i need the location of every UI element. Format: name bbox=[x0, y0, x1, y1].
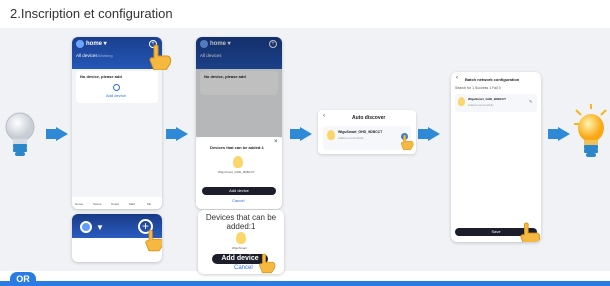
back-icon[interactable]: ‹ bbox=[456, 75, 458, 81]
bulb-on-icon bbox=[572, 104, 610, 164]
hand-pointer-icon bbox=[519, 222, 541, 242]
arrow-right-icon bbox=[46, 127, 68, 146]
nav-smart[interactable]: Smart bbox=[111, 202, 119, 206]
bulb-device-icon bbox=[327, 130, 335, 140]
edit-icon[interactable]: ✎ bbox=[529, 99, 532, 104]
no-device-text: No device, please add bbox=[80, 74, 122, 79]
nav-me[interactable]: Me bbox=[147, 202, 151, 206]
zoom-home-header: ▼ + bbox=[72, 214, 162, 262]
divider-bar bbox=[0, 281, 610, 286]
empty-device-card: No device, please add Add device bbox=[76, 71, 158, 103]
avatar[interactable] bbox=[80, 221, 92, 233]
nav-scene[interactable]: Scene bbox=[93, 202, 102, 206]
arrow-right-icon bbox=[290, 127, 312, 146]
arrow-right-icon bbox=[418, 127, 440, 146]
bulb-device-icon bbox=[236, 232, 246, 244]
batch-status: Search for 1 Success 1 Fail 0 bbox=[455, 86, 501, 90]
hand-pointer-icon bbox=[400, 134, 414, 155]
arrow-right-icon bbox=[548, 127, 570, 146]
or-label: OR bbox=[16, 274, 30, 284]
hand-pointer-icon bbox=[148, 44, 172, 75]
arrow-right-icon bbox=[166, 127, 188, 146]
hand-pointer-icon bbox=[144, 228, 162, 257]
phone-screen-batch-config: ‹ Batch network configuration Search for… bbox=[451, 72, 541, 242]
dim-overlay bbox=[196, 37, 282, 137]
device-row: WiguSmart_GHD_9DBCCT Added successfully bbox=[323, 126, 411, 150]
close-icon[interactable]: × bbox=[274, 139, 278, 145]
zoom-add-dialog: Devices that can be added:1 WiguSmart Ad… bbox=[198, 210, 284, 274]
page-title: 2.Inscription et configuration bbox=[10, 6, 173, 21]
cancel-link[interactable]: Cancel bbox=[234, 265, 253, 271]
phone-screen-add-dialog: home ▾ + All devices No device, please a… bbox=[196, 37, 282, 209]
bulb-device-icon bbox=[233, 156, 243, 168]
device-name: WiguSmart_GHD_9DBCCT bbox=[468, 97, 506, 101]
device-name: WiguSmart_GHD_9DBCCT bbox=[338, 130, 383, 134]
avatar[interactable] bbox=[76, 40, 84, 48]
add-device-button[interactable]: Add device bbox=[202, 187, 276, 195]
dialog-title: Devices that can be added:1 bbox=[210, 145, 264, 150]
device-status: Added successfully bbox=[468, 103, 494, 107]
add-device-link[interactable]: Add device bbox=[106, 93, 126, 98]
home-selector[interactable]: home ▾ bbox=[86, 40, 107, 47]
or-badge: OR bbox=[10, 272, 36, 286]
chevron-down-icon[interactable]: ▼ bbox=[96, 223, 104, 232]
back-icon[interactable]: ‹ bbox=[323, 113, 325, 119]
device-row: WiguSmart_GHD_9DBCCT Added successfully … bbox=[455, 94, 537, 112]
tab-all-devices[interactable]: All devices bbox=[76, 53, 98, 58]
device-name: WiguSmart_GHD_9DBCCT bbox=[218, 170, 255, 174]
nav-mall[interactable]: Mall bbox=[129, 202, 135, 206]
bottom-nav: Home Scene Smart Mall Me bbox=[72, 197, 162, 209]
cancel-link[interactable]: Cancel bbox=[232, 198, 244, 203]
auto-discover-title: Auto discover bbox=[352, 115, 386, 121]
device-name: WiguSmart bbox=[232, 246, 247, 250]
dialog-title: Devices that can be added:1 bbox=[205, 213, 277, 231]
nav-home[interactable]: Home bbox=[75, 202, 83, 206]
device-status: Added successfully bbox=[338, 136, 364, 140]
hand-pointer-icon bbox=[258, 252, 276, 279]
tab-working[interactable]: Working bbox=[98, 53, 113, 58]
add-device-dialog: × Devices that can be added:1 WiguSmart_… bbox=[196, 137, 282, 209]
auto-discover-panel: ‹ Auto discover WiguSmart_GHD_9DBCCT Add… bbox=[318, 110, 416, 154]
batch-title: Batch network configuration bbox=[465, 77, 520, 82]
add-circle-icon[interactable] bbox=[113, 84, 120, 91]
bulb-device-icon bbox=[458, 97, 465, 106]
bulb-off-icon bbox=[4, 112, 36, 160]
